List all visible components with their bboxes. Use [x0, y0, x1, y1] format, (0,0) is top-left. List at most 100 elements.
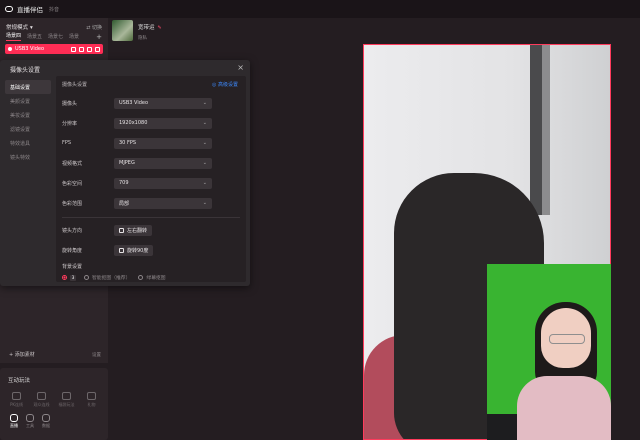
status-badge: 隐私 [138, 36, 147, 41]
flip-icon [119, 227, 124, 233]
chevron-down-icon: ⌄ [202, 100, 207, 106]
field-label: 色彩范围 [62, 200, 83, 207]
camera-select[interactable]: USB3 Video ⌄ [114, 97, 212, 109]
field-label: 摄像头 [62, 100, 78, 107]
tab-scene-4[interactable]: 场景四 [6, 32, 22, 41]
streamer-name-row: 宽带运 ✎ [138, 23, 162, 31]
close-icon[interactable]: × [237, 63, 244, 72]
radio-smart-matting[interactable]: 智能抠图（推荐） [84, 274, 130, 281]
rotate-button[interactable]: 旋转90度 [114, 244, 154, 256]
resolution-select[interactable]: 1920x1080 ⌄ [114, 117, 212, 129]
gift-bag-icon [62, 392, 71, 400]
add-source-bar: + 添加素材 设置 [5, 349, 105, 360]
field-label: 旋转角度 [62, 247, 83, 254]
streamer-info: 宽带运 ✎ 隐私 [112, 20, 182, 44]
nav-label: 直播 [10, 423, 18, 428]
add-source-button[interactable]: + 添加素材 [9, 351, 35, 358]
radio-label: 绿幕抠图 [146, 276, 166, 281]
interaction-tools: PK连线 观众连线 福袋玩法 礼物 [0, 392, 108, 408]
pip-desk [487, 414, 517, 440]
rotate-icon [119, 247, 124, 253]
divider [62, 217, 240, 218]
audience-link-button[interactable]: 观众连线 [31, 392, 53, 408]
chevron-down-icon: ▾ [29, 25, 33, 31]
button-label: 左右翻转 [127, 227, 148, 234]
color-space-select[interactable]: 709 ⌄ [114, 177, 212, 189]
nav-basic-settings[interactable]: 基础设置 [5, 80, 51, 94]
tools-icon [26, 414, 34, 422]
field-resolution: 分辨率 1920x1080 ⌄ [62, 117, 232, 129]
tab-scene-5[interactable]: 场景五 [27, 33, 42, 40]
gift-bag-button[interactable]: 福袋玩法 [56, 392, 78, 408]
field-color-space: 色彩空间 709 ⌄ [62, 177, 232, 189]
nav-live[interactable]: 直播 [10, 414, 18, 429]
fps-select[interactable]: 30 FPS ⌄ [114, 137, 212, 149]
source-item-camera[interactable]: USB3 Video [5, 44, 103, 54]
select-value: 30 FPS [119, 140, 137, 146]
radio-none[interactable]: 3 [62, 274, 76, 281]
nav-data[interactable]: 数据 [42, 414, 50, 429]
scene-switch-button[interactable]: ⇄ 切换 [86, 24, 102, 31]
nav-makeup-settings[interactable]: 美妆设置 [5, 108, 51, 122]
flip-horizontal-button[interactable]: 左右翻转 [114, 224, 153, 236]
tool-label: 观众连线 [33, 402, 50, 407]
tab-scene-7[interactable]: 场景七 [48, 33, 63, 40]
preview-pole-shadow [542, 45, 550, 215]
lock-icon[interactable] [79, 46, 84, 52]
add-scene-button[interactable]: + [96, 33, 102, 41]
color-range-select[interactable]: 局部 ⌄ [114, 197, 212, 209]
field-label: 分辨率 [62, 120, 78, 127]
scene-mode-label: 常规模式 [6, 25, 29, 31]
nav-label: 工具 [26, 423, 34, 428]
field-fps: FPS 30 FPS ⌄ [62, 137, 232, 149]
app-title: 直播伴侣 [17, 6, 43, 14]
app-logo-icon [5, 6, 13, 12]
select-value: 1920x1080 [119, 120, 148, 126]
settings-content: 摄像头设置 ◎ 高级设置 摄像头 USB3 Video ⌄ 分辨率 1920x10… [56, 76, 246, 282]
gift-button[interactable]: 礼物 [81, 392, 103, 408]
radio-green-screen[interactable]: 绿幕抠图 [138, 274, 166, 281]
chevron-down-icon: ⌄ [202, 140, 207, 146]
chevron-down-icon: ⌄ [202, 200, 207, 206]
tab-scene-more[interactable]: 场景 [69, 33, 79, 40]
visibility-icon[interactable] [71, 46, 76, 52]
field-camera: 摄像头 USB3 Video ⌄ [62, 97, 232, 109]
tool-label: 礼物 [87, 402, 96, 407]
edit-icon[interactable]: ✎ [158, 25, 162, 31]
nav-filter-settings[interactable]: 滤镜设置 [5, 122, 51, 136]
field-label: 背景设置 [62, 263, 83, 270]
gift-icon [87, 392, 96, 400]
select-value: 局部 [119, 200, 130, 207]
tool-label: 福袋玩法 [58, 402, 75, 407]
nav-effects-props[interactable]: 特效道具 [5, 136, 51, 150]
nav-lens-effects[interactable]: 镜头特效 [5, 150, 51, 164]
live-icon [10, 414, 18, 422]
pk-button[interactable]: PK连线 [6, 392, 28, 408]
tool-label: PK连线 [9, 402, 24, 407]
source-settings-button[interactable]: 设置 [92, 352, 101, 358]
advanced-settings-link[interactable]: ◎ 高级设置 [212, 81, 238, 88]
nav-tools[interactable]: 工具 [26, 414, 34, 429]
settings-nav: 基础设置 美颜设置 美妆设置 滤镜设置 特效道具 镜头特效 [5, 80, 51, 164]
interaction-title: 互动玩法 [8, 378, 31, 384]
pk-icon [12, 392, 21, 400]
bottom-nav: 直播 工具 数据 [0, 408, 108, 429]
pip-glasses [549, 334, 585, 344]
radio-circle [84, 275, 89, 280]
button-label: 旋转90度 [127, 247, 149, 254]
chevron-down-icon: ⌄ [202, 180, 207, 186]
video-format-select[interactable]: MJPEG ⌄ [114, 157, 212, 169]
nav-beauty-settings[interactable]: 美颜设置 [5, 94, 51, 108]
section-title: 摄像头设置 [62, 82, 88, 88]
avatar[interactable] [112, 20, 133, 41]
scene-mode-dropdown[interactable]: 常规模式 ▾ [6, 23, 33, 31]
interaction-panel: 互动玩法 PK连线 观众连线 福袋玩法 礼物 直播 工具 数据 [0, 368, 108, 440]
pip-sweater [517, 376, 611, 440]
field-label: 视频格式 [62, 160, 83, 167]
field-label: 镜头方向 [62, 227, 83, 234]
field-label: 色彩空间 [62, 180, 83, 187]
delete-icon[interactable] [87, 46, 92, 52]
audience-link-icon [37, 392, 46, 400]
settings-icon[interactable] [95, 46, 100, 52]
camera-pip[interactable] [487, 264, 611, 440]
